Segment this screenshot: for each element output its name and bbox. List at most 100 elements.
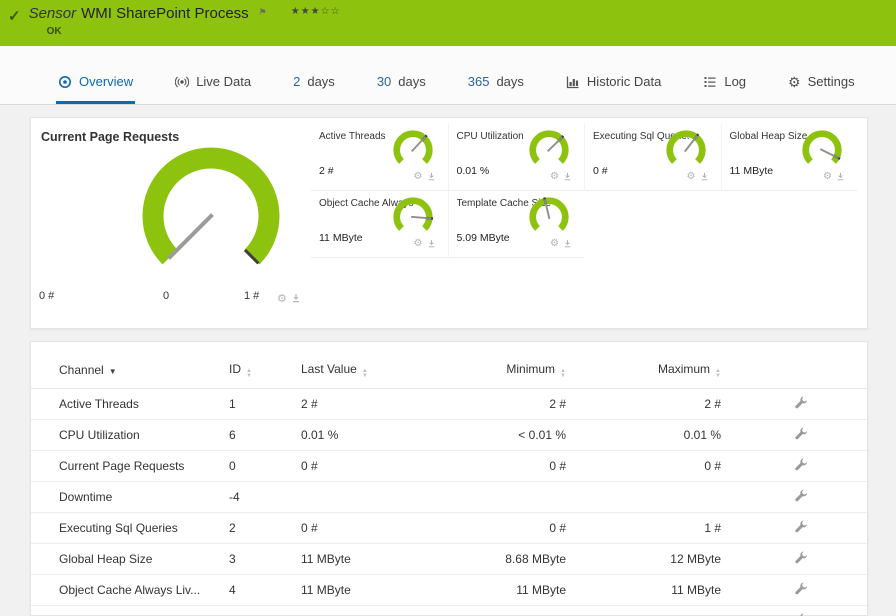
- pin-icon[interactable]: [563, 236, 572, 252]
- wrench-icon[interactable]: [794, 612, 809, 616]
- table-row[interactable]: Executing Sql Queries 2 0 # 0 # 1 #: [31, 512, 867, 544]
- channel-maximum: 12 MByte: [566, 543, 721, 575]
- sort-icon: ▲ ▼: [246, 368, 252, 379]
- table-row[interactable]: Object Cache Always Liv... 4 11 MByte 11…: [31, 574, 867, 606]
- gauge-value: 11 MByte: [729, 165, 774, 177]
- wrench-icon[interactable]: [794, 519, 809, 537]
- column-header-maximum[interactable]: Maximum ▲ ▼: [566, 354, 721, 389]
- gear-icon: ⚙: [788, 73, 801, 90]
- channel-id: 0: [229, 450, 301, 482]
- channel-minimum: 8.68 MByte: [431, 543, 566, 575]
- pin-icon[interactable]: [700, 169, 709, 185]
- channel-table: Channel ▼ ID ▲ ▼ Last Value ▲ ▼ Minimum ▲ ▼ Max…: [31, 354, 867, 616]
- pin-icon[interactable]: [427, 169, 436, 185]
- column-header-id[interactable]: ID ▲ ▼: [229, 354, 301, 389]
- tab-overview[interactable]: Overview: [56, 62, 136, 104]
- table-row[interactable]: CPU Utilization 6 0.01 % < 0.01 % 0.01 %: [31, 419, 867, 451]
- tab-2-days[interactable]: 2 days: [291, 62, 337, 104]
- gauge-value: 5.09 MByte: [456, 232, 510, 244]
- pin-icon[interactable]: [836, 169, 845, 185]
- overview-target-icon: [59, 75, 71, 88]
- tab-bar: Overview Live Data 2 days 30 days 365 da…: [0, 46, 896, 105]
- pin-icon[interactable]: [427, 236, 436, 252]
- channel-id: 6: [229, 419, 301, 451]
- wrench-icon[interactable]: [794, 395, 809, 413]
- gear-icon[interactable]: ⚙: [414, 239, 423, 249]
- tab-log[interactable]: Log: [701, 62, 748, 104]
- tab-live-data[interactable]: Live Data: [173, 62, 253, 104]
- channel-maximum: 0 #: [566, 450, 721, 482]
- gear-icon[interactable]: ⚙: [687, 172, 696, 182]
- gauge-title: Global Heap Size: [729, 131, 808, 142]
- channel-id: 1: [229, 388, 301, 420]
- status-badge: OK: [46, 26, 62, 37]
- channel-last-value: 0.01 %: [301, 419, 431, 451]
- channel-name: Object Cache Always Liv...: [31, 574, 229, 606]
- gauge-value: 0 #: [593, 165, 608, 177]
- gauge-title: CPU Utilization: [456, 131, 524, 142]
- main-gauge: Current Page Requests 0 # 0 1 # ⚙: [31, 118, 311, 328]
- column-header-last-value[interactable]: Last Value ▲ ▼: [301, 354, 431, 389]
- small-gauge-global-heap-size: Global Heap Size 11 MByte ⚙: [720, 124, 857, 191]
- channel-last-value: 5.09 MByte: [301, 605, 431, 616]
- gear-icon[interactable]: ⚙: [414, 172, 423, 182]
- channel-minimum: 3.75 MByte: [431, 605, 566, 616]
- broadcast-icon: [175, 76, 190, 87]
- pin-icon[interactable]: [563, 169, 572, 185]
- small-gauge-executing-sql-queries: Executing Sql Queries 0 # ⚙: [584, 124, 721, 191]
- ok-check-icon: ✓: [8, 8, 21, 25]
- channel-maximum: 0.01 %: [566, 419, 721, 451]
- channel-last-value: [301, 481, 431, 513]
- channel-maximum: [566, 481, 721, 513]
- wrench-icon[interactable]: [794, 457, 809, 475]
- table-row[interactable]: Current Page Requests 0 0 # 0 # 0 #: [31, 450, 867, 482]
- gauge-value: 2 #: [319, 165, 334, 177]
- table-row[interactable]: Template Cache Size 5 5.09 MByte 3.75 MB…: [31, 605, 867, 616]
- wrench-icon[interactable]: [794, 550, 809, 568]
- gear-icon[interactable]: ⚙: [550, 172, 559, 182]
- gauge-dial: [529, 130, 569, 164]
- table-row[interactable]: Active Threads 1 2 # 2 # 2 #: [31, 388, 867, 420]
- pin-icon[interactable]: [291, 291, 301, 307]
- sensor-page: ✓ Sensor WMI SharePoint Process ⚑ ★★★☆☆ …: [0, 0, 896, 616]
- gauge-dial: [392, 130, 433, 164]
- empty-cell: [721, 191, 858, 258]
- channel-name: CPU Utilization: [31, 419, 229, 451]
- channel-id: 2: [229, 512, 301, 544]
- tab-historic-data[interactable]: Historic Data: [564, 62, 663, 104]
- wrench-icon[interactable]: [794, 426, 809, 444]
- gauge-panel: Current Page Requests 0 # 0 1 # ⚙ Active…: [30, 117, 868, 329]
- channel-table-panel: Channel ▼ ID ▲ ▼ Last Value ▲ ▼ Minimum ▲ ▼ Max…: [30, 341, 868, 616]
- gear-icon[interactable]: ⚙: [277, 293, 287, 305]
- channel-minimum: 0 #: [431, 450, 566, 482]
- channel-name: Executing Sql Queries: [31, 512, 229, 544]
- table-row[interactable]: Downtime -4: [31, 481, 867, 513]
- channel-last-value: 0 #: [301, 450, 431, 482]
- wrench-icon[interactable]: [794, 488, 809, 506]
- channel-maximum: 11 MByte: [566, 574, 721, 606]
- gauge-dial: [392, 197, 433, 231]
- tab-365-days[interactable]: 365 days: [466, 62, 526, 104]
- channel-name: Downtime: [31, 481, 229, 513]
- table-row[interactable]: Global Heap Size 3 11 MByte 8.68 MByte 1…: [31, 543, 867, 575]
- column-header-actions: [721, 354, 867, 389]
- sensor-name: WMI SharePoint Process: [81, 5, 249, 22]
- wrench-icon[interactable]: [794, 581, 809, 599]
- tab-settings[interactable]: ⚙ Settings: [786, 62, 857, 104]
- gear-icon[interactable]: ⚙: [823, 172, 832, 182]
- tab-30-days[interactable]: 30 days: [375, 62, 428, 104]
- column-header-channel[interactable]: Channel ▼: [31, 354, 229, 389]
- channel-minimum: 0 #: [431, 512, 566, 544]
- sort-icon: ▲ ▼: [560, 368, 566, 379]
- object-kind-label: Sensor: [28, 5, 77, 22]
- gear-icon[interactable]: ⚙: [550, 239, 559, 249]
- gauge-value: 0.01 %: [456, 165, 490, 177]
- priority-stars[interactable]: ★★★☆☆: [291, 6, 341, 17]
- channel-last-value: 11 MByte: [301, 574, 431, 606]
- channel-maximum: 1 #: [566, 512, 721, 544]
- channel-minimum: < 0.01 %: [431, 419, 566, 451]
- column-header-minimum[interactable]: Minimum ▲ ▼: [431, 354, 566, 389]
- priority-flag-icon[interactable]: ⚑: [259, 7, 267, 18]
- channel-id: 5: [229, 605, 301, 616]
- bar-chart-icon: [566, 76, 579, 88]
